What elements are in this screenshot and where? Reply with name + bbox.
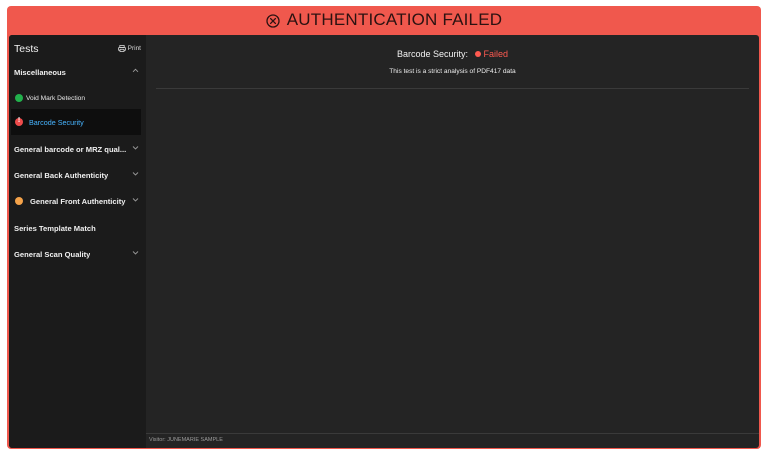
print-label: Print	[127, 45, 141, 52]
test-status: Failed	[474, 49, 509, 59]
authentication-banner: AUTHENTICATION FAILED	[7, 6, 761, 34]
sidebar-item-general-front-authenticity[interactable]: General Front Authenticity	[9, 188, 146, 214]
x-circle-icon	[266, 13, 280, 28]
sidebar-title: Tests	[14, 43, 39, 55]
printer-icon	[117, 45, 126, 52]
chevron-up-icon	[132, 68, 139, 73]
sidebar-item-void-mark-detection[interactable]: Void Mark Detection	[9, 85, 146, 111]
sidebar-item-label: General Front Authenticity	[30, 196, 126, 206]
sidebar-item-label: General barcode or MRZ qual...	[14, 144, 127, 154]
test-title: Barcode Security: Failed	[146, 49, 759, 59]
print-button[interactable]: Print	[117, 45, 141, 52]
content-area: Tests Print Miscellaneous Void Mark Dete…	[9, 35, 759, 448]
sidebar-item-label: Void Mark Detection	[26, 94, 86, 102]
sidebar-item-general-scan-quality[interactable]: General Scan Quality	[9, 241, 146, 267]
passed-status-icon	[15, 94, 23, 102]
sidebar-header: Tests Print	[9, 35, 146, 59]
tests-sidebar: Tests Print Miscellaneous Void Mark Dete…	[9, 35, 146, 448]
chevron-down-icon	[132, 251, 139, 255]
warning-status-icon	[15, 197, 23, 205]
sidebar-item-miscellaneous[interactable]: Miscellaneous	[9, 59, 146, 85]
sidebar-item-barcode-security[interactable]: Barcode Security	[11, 109, 141, 135]
failed-status-icon	[15, 117, 23, 126]
chevron-down-icon	[132, 172, 139, 176]
test-detail-panel: Barcode Security: Failed This test is a …	[146, 35, 759, 448]
sidebar-item-label: Miscellaneous	[14, 67, 66, 77]
banner-text: AUTHENTICATION FAILED	[286, 10, 503, 29]
sidebar-item-label: General Back Authenticity	[14, 170, 109, 180]
sidebar-item-label: General Scan Quality	[14, 249, 91, 259]
sidebar-item-label: Barcode Security	[29, 117, 84, 127]
test-status-label: Failed	[483, 49, 509, 59]
chevron-down-icon	[132, 198, 139, 202]
sidebar-item-series-template-match[interactable]: Series Template Match	[9, 215, 146, 241]
sidebar-item-label: Series Template Match	[14, 223, 96, 233]
test-description: This test is a strict analysis of PDF417…	[389, 68, 516, 75]
divider	[156, 88, 749, 89]
visitor-label: Visitor: JUNEMARIE SAMPLE	[149, 437, 223, 443]
sidebar-item-general-back-authenticity[interactable]: General Back Authenticity	[9, 162, 146, 188]
result-window: AUTHENTICATION FAILED Tests Print Miscel…	[7, 6, 761, 449]
test-name: Barcode Security:	[396, 49, 468, 59]
failed-dot-icon	[474, 51, 481, 57]
sidebar-item-general-barcode-mrz[interactable]: General barcode or MRZ qual...	[9, 136, 146, 162]
footer-divider	[146, 433, 759, 434]
chevron-down-icon	[132, 146, 139, 150]
